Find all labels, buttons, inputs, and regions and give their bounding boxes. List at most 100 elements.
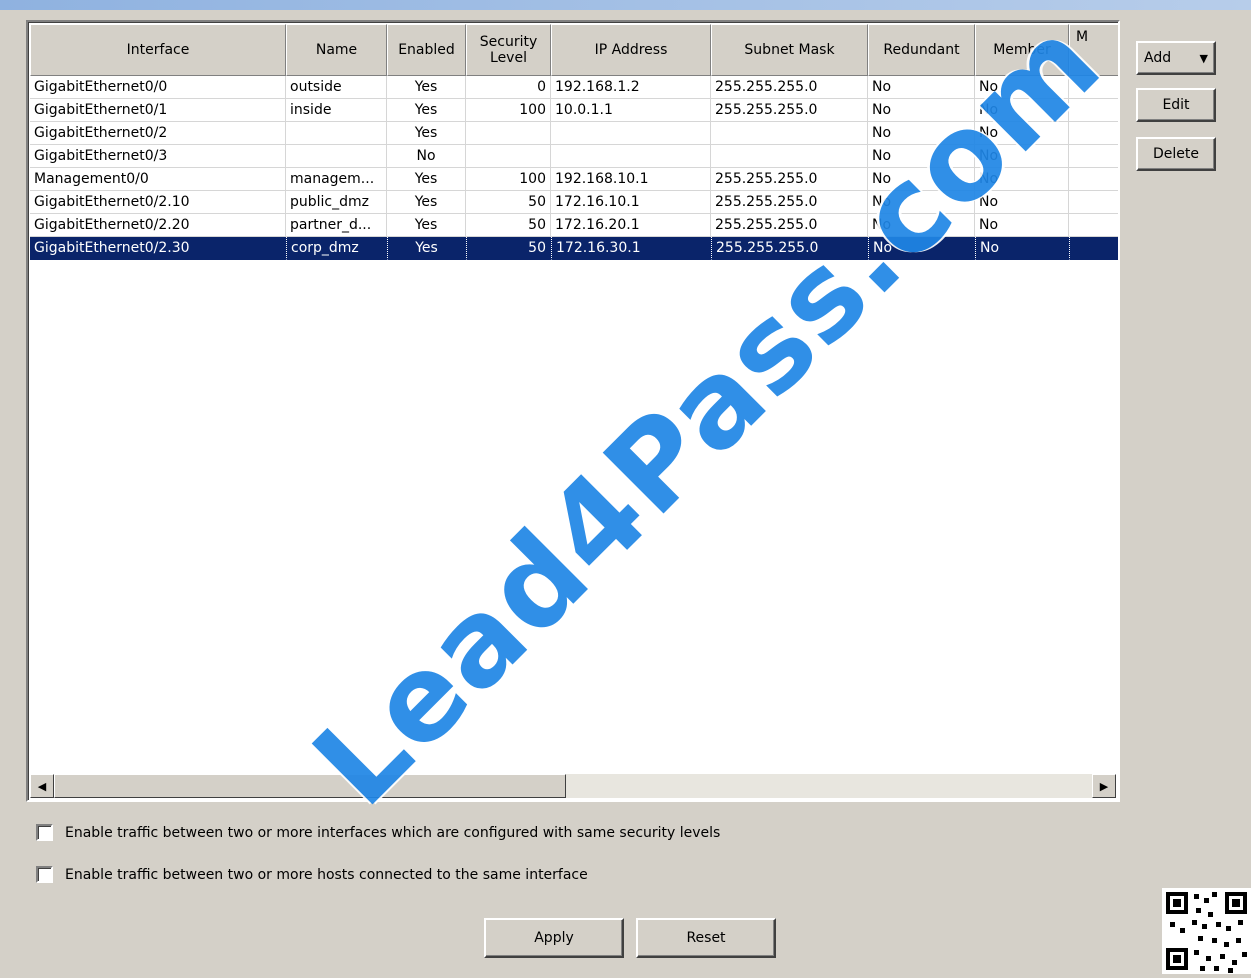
table-cell: GigabitEthernet0/3 xyxy=(30,145,286,168)
same-interface-checkbox[interactable] xyxy=(36,866,53,883)
table-cell: GigabitEthernet0/2 xyxy=(30,122,286,145)
table-cell: 172.16.10.1 xyxy=(551,191,711,214)
table-row[interactable]: GigabitEthernet0/2 Yes No No xyxy=(30,122,1118,145)
table-cell: No xyxy=(868,76,975,99)
table-row[interactable]: GigabitEthernet0/3 No No No xyxy=(30,145,1118,168)
table-row[interactable]: Management0/0 managem... Yes 100 192.168.10.… xyxy=(30,168,1118,191)
apply-button-label: Apply xyxy=(534,930,574,946)
table-cell: No xyxy=(975,122,1069,145)
table-cell: No xyxy=(387,145,466,168)
table-cell: 255.255.255.0 xyxy=(711,76,868,99)
table-cell: Yes xyxy=(387,237,466,260)
table-cell: 0 xyxy=(466,76,551,99)
table-cell: outside xyxy=(286,76,387,99)
interfaces-table: Interface Name Enabled Security Level IP Add… xyxy=(26,20,1120,802)
table-cell: 172.16.20.1 xyxy=(551,214,711,237)
table-cell xyxy=(551,145,711,168)
table-cell: 50 xyxy=(466,237,551,260)
window-title-bar xyxy=(0,0,1251,10)
reset-button[interactable]: Reset xyxy=(636,918,776,958)
column-header[interactable]: Name xyxy=(286,24,387,76)
table-row[interactable]: GigabitEthernet0/0 outside Yes 0 192.168.1.2… xyxy=(30,76,1118,99)
table-cell xyxy=(1069,168,1118,191)
table-cell: No xyxy=(975,168,1069,191)
table-cell: 100 xyxy=(466,168,551,191)
table-cell: 255.255.255.0 xyxy=(711,214,868,237)
table-cell xyxy=(551,122,711,145)
apply-button[interactable]: Apply xyxy=(484,918,624,958)
table-cell: No xyxy=(975,214,1069,237)
table-cell: No xyxy=(868,122,975,145)
table-cell: GigabitEthernet0/0 xyxy=(30,76,286,99)
table-cell: managem... xyxy=(286,168,387,191)
same-interface-label: Enable traffic between two or more hosts… xyxy=(65,866,588,883)
table-cell: partner_d... xyxy=(286,214,387,237)
column-header[interactable]: Redundant xyxy=(868,24,975,76)
reset-button-label: Reset xyxy=(686,930,726,946)
table-cell xyxy=(1069,122,1118,145)
table-cell: GigabitEthernet0/2.20 xyxy=(30,214,286,237)
table-cell: No xyxy=(868,168,975,191)
table-row[interactable]: GigabitEthernet0/1 inside Yes 100 10.0.1.1 25… xyxy=(30,99,1118,122)
table-cell: 192.168.10.1 xyxy=(551,168,711,191)
table-cell: GigabitEthernet0/2.10 xyxy=(30,191,286,214)
table-cell: 50 xyxy=(466,214,551,237)
scroll-left-icon[interactable]: ◀ xyxy=(30,774,54,798)
same-security-option[interactable]: Enable traffic between two or more inter… xyxy=(36,824,720,841)
table-header: Interface Name Enabled Security Level IP Add… xyxy=(30,24,1118,76)
table-cell: 100 xyxy=(466,99,551,122)
table-cell: 255.255.255.0 xyxy=(711,237,868,260)
table-cell xyxy=(1069,191,1118,214)
table-cell xyxy=(1069,76,1118,99)
edit-button-label: Edit xyxy=(1162,97,1190,113)
table-cell: GigabitEthernet0/2.30 xyxy=(30,237,286,260)
table-cell: 255.255.255.0 xyxy=(711,99,868,122)
table-cell: No xyxy=(868,145,975,168)
same-security-checkbox[interactable] xyxy=(36,824,53,841)
table-cell xyxy=(711,145,868,168)
edit-button[interactable]: Edit xyxy=(1136,88,1216,122)
table-cell: Yes xyxy=(387,99,466,122)
table-row[interactable]: GigabitEthernet0/2.30 corp_dmz Yes 50 172.16… xyxy=(30,237,1118,260)
column-header[interactable]: Enabled xyxy=(387,24,466,76)
chevron-down-icon: ▼ xyxy=(1199,51,1208,65)
table-cell: Yes xyxy=(387,191,466,214)
table-cell: No xyxy=(975,99,1069,122)
table-cell: Yes xyxy=(387,122,466,145)
table-cell: No xyxy=(868,214,975,237)
horizontal-scrollbar[interactable]: ◀ ▶ xyxy=(30,774,1116,798)
table-cell xyxy=(1069,237,1118,260)
table-cell: inside xyxy=(286,99,387,122)
column-header[interactable]: M xyxy=(1069,24,1118,76)
table-row[interactable]: GigabitEthernet0/2.10 public_dmz Yes 50 172.… xyxy=(30,191,1118,214)
table-cell: No xyxy=(975,145,1069,168)
qr-code-image xyxy=(1162,888,1251,974)
add-button[interactable]: Add ▼ xyxy=(1136,41,1216,75)
column-header[interactable]: Member xyxy=(975,24,1069,76)
table-cell: No xyxy=(868,99,975,122)
table-cell: corp_dmz xyxy=(286,237,387,260)
table-cell xyxy=(466,145,551,168)
table-cell: 255.255.255.0 xyxy=(711,191,868,214)
table-cell: No xyxy=(868,237,975,260)
table-cell xyxy=(1069,214,1118,237)
column-header[interactable]: IP Address xyxy=(551,24,711,76)
table-cell xyxy=(286,145,387,168)
scroll-thumb[interactable] xyxy=(54,774,566,798)
scroll-right-icon[interactable]: ▶ xyxy=(1092,774,1116,798)
table-cell: 50 xyxy=(466,191,551,214)
column-header[interactable]: Subnet Mask xyxy=(711,24,868,76)
table-row[interactable]: GigabitEthernet0/2.20 partner_d... Yes 50 17… xyxy=(30,214,1118,237)
table-cell: 10.0.1.1 xyxy=(551,99,711,122)
table-cell: No xyxy=(975,76,1069,99)
delete-button-label: Delete xyxy=(1153,146,1199,162)
table-cell: No xyxy=(868,191,975,214)
same-interface-option[interactable]: Enable traffic between two or more hosts… xyxy=(36,866,588,883)
table-cell: No xyxy=(975,191,1069,214)
column-header[interactable]: Security Level xyxy=(466,24,551,76)
column-header[interactable]: Interface xyxy=(30,24,286,76)
same-security-label: Enable traffic between two or more inter… xyxy=(65,824,721,841)
delete-button[interactable]: Delete xyxy=(1136,137,1216,171)
table-cell xyxy=(286,122,387,145)
table-cell: Yes xyxy=(387,76,466,99)
